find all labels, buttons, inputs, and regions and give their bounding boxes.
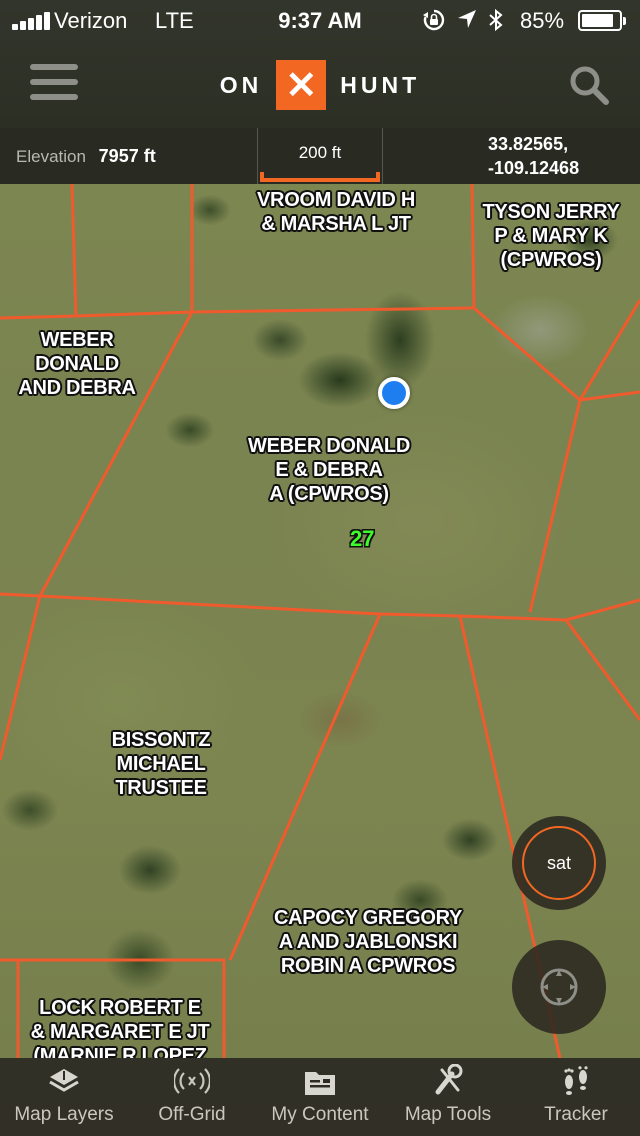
map-scale: 200 ft (257, 128, 383, 184)
footprints-icon (564, 1066, 588, 1095)
tab-label: Map Layers (14, 1104, 114, 1125)
bluetooth-icon (489, 8, 503, 32)
sat-label: sat (522, 826, 596, 900)
logo-x-mark: ✕ (276, 60, 327, 110)
parcel-line (528, 399, 582, 613)
layers-icon (49, 1069, 79, 1092)
tab-map-tools[interactable]: Map Tools (384, 1058, 512, 1136)
broadcast-icon (174, 1068, 210, 1094)
logo-text-right: HUNT (340, 71, 421, 98)
tab-label: Map Tools (404, 1104, 492, 1125)
latitude: 33.82565, (488, 134, 569, 154)
elevation-label: Elevation (16, 147, 86, 166)
tab-tracker[interactable]: Tracker (512, 1058, 640, 1136)
tab-off-grid[interactable]: Off-Grid (128, 1058, 256, 1136)
parcel-line (564, 619, 640, 721)
parcel-line (0, 306, 475, 320)
current-location-marker (378, 377, 410, 409)
logo-text-left: ON (219, 71, 263, 98)
status-bar: Verizon LTE 9:37 AM 85% (0, 0, 640, 40)
tab-label: My Content (271, 1104, 369, 1125)
gps-locate-button[interactable] (512, 940, 606, 1034)
elevation-value: 7957 ft (98, 146, 156, 166)
section-number: 27 (350, 526, 375, 551)
search-icon (570, 66, 609, 105)
location-arrow-icon (458, 10, 476, 28)
parcel-label[interactable]: BISSONTZ MICHAEL TRUSTEE (86, 728, 236, 800)
parcel-label[interactable]: LOCK ROBERT E & MARGARET E JT (MARNIE R … (8, 996, 232, 1058)
tab-label: Off-Grid (158, 1104, 226, 1125)
parcel-label[interactable]: WEBER DONALD AND DEBRA (4, 328, 150, 400)
tab-label: Tracker (544, 1104, 608, 1125)
parcel-line (70, 183, 78, 317)
coordinates-readout[interactable]: 33.82565, -109.12468 (488, 132, 579, 180)
longitude: -109.12468 (488, 158, 580, 178)
tools-icon (435, 1064, 463, 1095)
scale-bar (260, 172, 380, 182)
tab-map-layers[interactable]: Map Layers (0, 1058, 128, 1136)
parcel-label[interactable]: TYSON JERRY P & MARY K (CPWROS) (468, 200, 634, 272)
bottom-tab-bar: Map Layers Off-Grid My Content Map Tools… (0, 1058, 640, 1136)
battery-icon (578, 10, 626, 31)
onx-hunt-logo: ON ✕ HUNT (0, 60, 640, 110)
parcel-label[interactable]: WEBER DONALD E & DEBRA A (CPWROS) (224, 434, 434, 506)
parcel-label[interactable]: VROOM DAVID H & MARSHA L JT (236, 188, 436, 236)
search-button[interactable] (568, 64, 610, 106)
parcel-line (473, 306, 640, 402)
tab-my-content[interactable]: My Content (256, 1058, 384, 1136)
crosshair-icon (540, 968, 578, 1006)
battery-fill (582, 14, 613, 27)
parcel-label[interactable]: CAPOCY GREGORY A AND JABLONSKI ROBIN A C… (254, 906, 482, 978)
folder-icon (305, 1072, 335, 1095)
orientation-lock-icon (423, 9, 445, 31)
scale-label: 200 ft (298, 143, 342, 162)
parcel-line (0, 592, 640, 622)
elevation-readout: Elevation 7957 ft (16, 146, 156, 167)
parcel-line (578, 299, 640, 401)
parcel-line (0, 595, 42, 761)
battery-percentage: 85% (520, 8, 565, 33)
basemap-toggle-button[interactable]: sat (512, 816, 606, 910)
